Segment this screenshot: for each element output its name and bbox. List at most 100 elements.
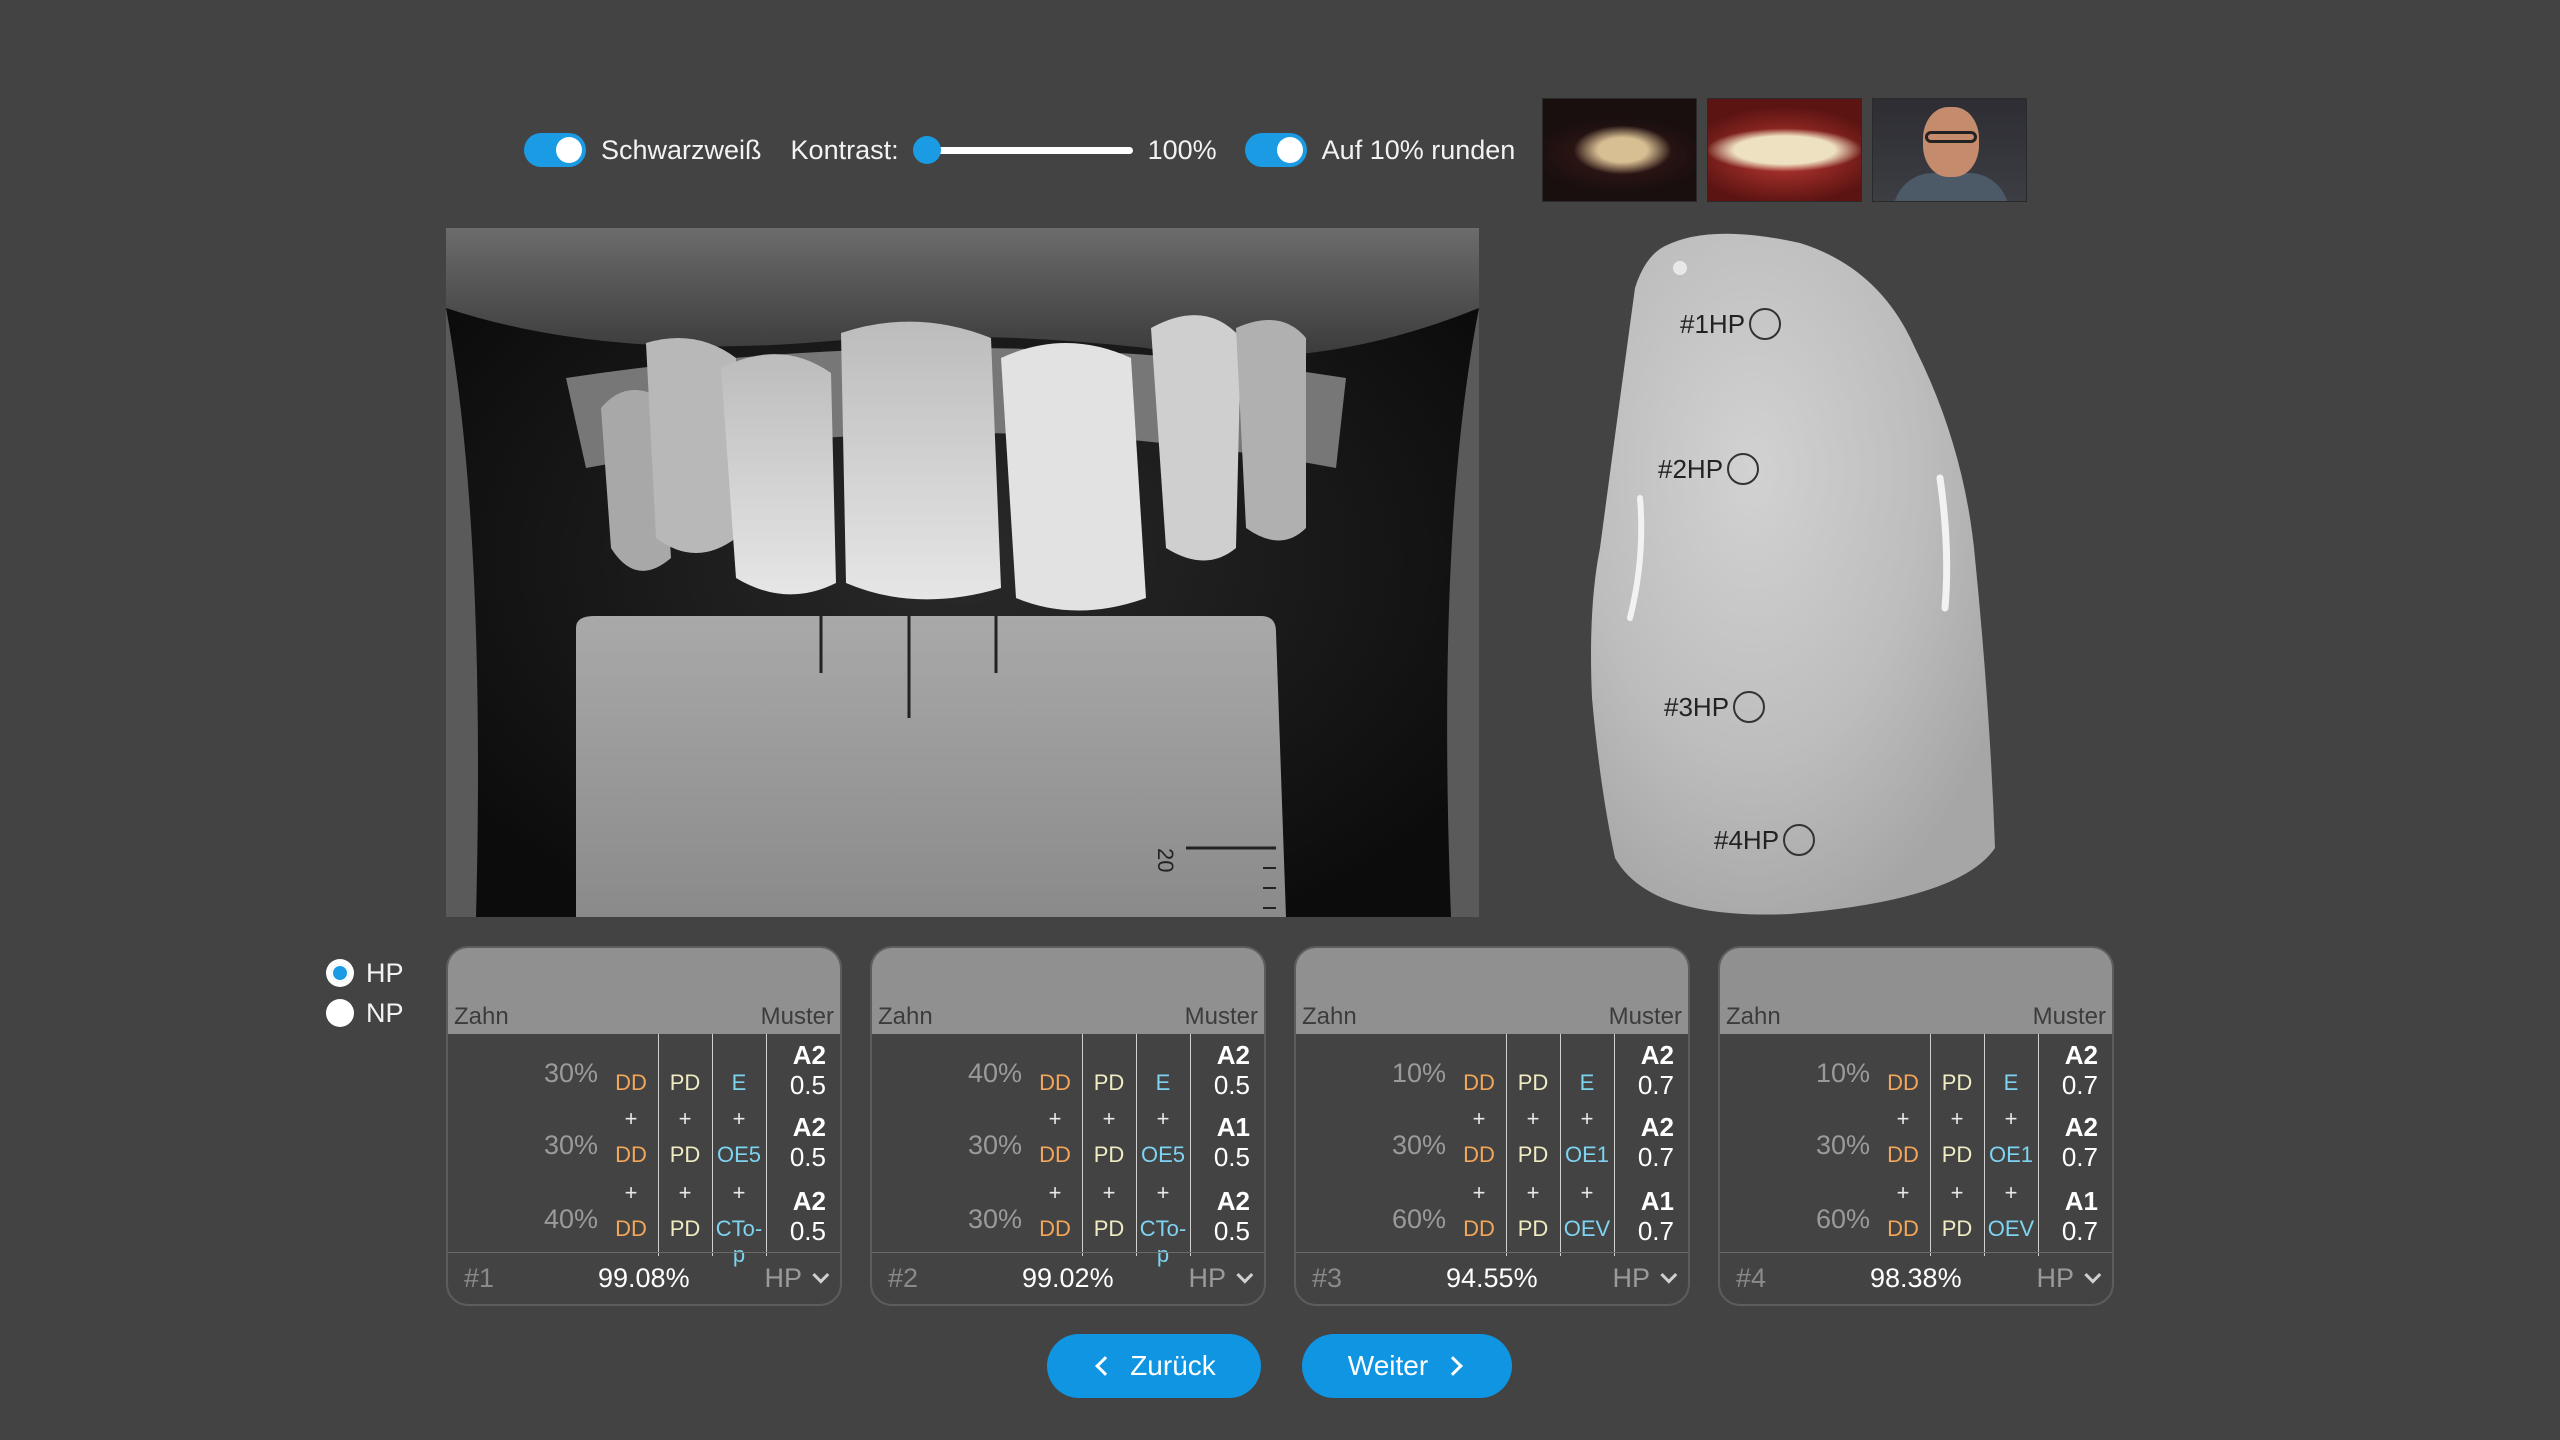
bw-label: Schwarzweiß (601, 134, 762, 165)
shade-marker-label: #2HP (1658, 453, 1724, 484)
shade-value: 0.5 (1213, 1142, 1250, 1172)
plus-sign: + (732, 1106, 746, 1131)
card-footer: #4 98.38% HP (1720, 1252, 2112, 1304)
enamel-cell: E (731, 1070, 747, 1095)
enamel-cell: OEV (1563, 1216, 1611, 1241)
pd-cell: PD (1093, 1216, 1125, 1241)
scale-label: 20 (1153, 848, 1178, 872)
portrait-thumbnail[interactable] (1872, 98, 2028, 202)
card-header-muster: Muster (2032, 1003, 2106, 1030)
card-header: Zahn Muster (448, 948, 840, 1034)
smile-color-thumbnail[interactable] (1707, 98, 1863, 202)
tooth-shape (1591, 233, 1995, 915)
round-label: Auf 10% runden (1321, 134, 1516, 165)
mode-select[interactable]: HP (1188, 1259, 1254, 1297)
enamel-cell: OEV (1987, 1216, 2035, 1241)
shade-marker-2[interactable]: #2HP (1658, 453, 1760, 485)
enamel-cell: E (2003, 1070, 2019, 1095)
radio-hp-icon[interactable] (326, 959, 354, 987)
pd-cell: PD (1941, 1070, 1973, 1095)
layer-percent: 40% (543, 1204, 598, 1234)
mode-select-value: HP (1612, 1262, 1650, 1293)
pd-cell: PD (1517, 1216, 1549, 1241)
portrait-glasses (1925, 131, 1978, 143)
shade-marker-label: #1HP (1680, 308, 1746, 339)
match-score: 99.02% (1022, 1263, 1114, 1293)
shade-code: A1 (2064, 1186, 2098, 1216)
enamel-cell: OE5 (1140, 1142, 1186, 1167)
shade-value: 0.5 (789, 1216, 826, 1246)
plus-sign: + (1156, 1180, 1170, 1205)
chevron-down-icon (1236, 1266, 1254, 1284)
shade-code: A2 (1640, 1040, 1674, 1070)
enamel-cell: E (1579, 1070, 1595, 1095)
mode-select[interactable]: HP (764, 1259, 830, 1297)
mode-select[interactable]: HP (2036, 1259, 2102, 1297)
shade-marker-4[interactable]: #4HP (1714, 824, 1816, 856)
plus-sign: + (1526, 1106, 1540, 1131)
layer-percent: 30% (1391, 1130, 1446, 1160)
layer-percent: 10% (1815, 1058, 1870, 1088)
bw-toggle[interactable] (524, 133, 586, 167)
result-card-2: Zahn Muster 40% DD PD E A2 0.5 30% + + + DD PD OE5 A1 0.… (870, 946, 1266, 1306)
contrast-value: 100% (1147, 134, 1217, 165)
match-score: 98.38% (1870, 1263, 1962, 1293)
card-header-zahn: Zahn (1726, 1003, 1781, 1030)
mode-select[interactable]: HP (1612, 1259, 1678, 1297)
plus-sign: + (1102, 1106, 1116, 1131)
layer-percent: 10% (1391, 1058, 1446, 1088)
plus-sign: + (2004, 1106, 2018, 1131)
marker-circle-icon[interactable] (1733, 691, 1766, 723)
shade-marker-3[interactable]: #3HP (1664, 691, 1766, 723)
shade-marker-1[interactable]: #1HP (1680, 308, 1782, 340)
card-recipe: 40% DD PD E A2 0.5 30% + + + DD PD OE5 A1 0.5 30% + + + DD P… (872, 1034, 1264, 1267)
shade-code: A2 (2064, 1040, 2098, 1070)
radio-hp[interactable]: HP (326, 953, 404, 993)
thumbnail-strip (1542, 98, 2028, 202)
shade-value: 0.5 (789, 1070, 826, 1100)
card-number: #2 (888, 1263, 919, 1293)
radio-np-label: NP (366, 997, 404, 1028)
back-button[interactable]: Zurück (1047, 1334, 1261, 1398)
chevron-down-icon (812, 1266, 830, 1284)
marker-circle-icon[interactable] (1727, 453, 1760, 485)
next-button[interactable]: Weiter (1302, 1334, 1512, 1398)
shade-value: 0.7 (2061, 1142, 2098, 1172)
tooth-shade-map: #1HP #2HP #3HP #4HP (1590, 228, 2070, 918)
radio-np[interactable]: NP (326, 993, 404, 1033)
layer-percent: 30% (1815, 1130, 1870, 1160)
layer-percent: 60% (1815, 1204, 1870, 1234)
plus-sign: + (1472, 1180, 1486, 1205)
enamel-cell: OE1 (1564, 1142, 1610, 1167)
mode-select-value: HP (764, 1262, 802, 1293)
card-recipe: 10% DD PD E A2 0.7 30% + + + DD PD OE1 A2 0.7 60% + + + DD P… (1296, 1034, 1688, 1256)
shade-marker-label: #4HP (1714, 824, 1780, 855)
plus-sign: + (624, 1106, 638, 1131)
card-header: Zahn Muster (872, 948, 1264, 1034)
dd-cell: DD (615, 1142, 647, 1167)
dd-cell: DD (1463, 1216, 1495, 1241)
bw-toggle-knob (556, 137, 582, 163)
marker-circle-icon[interactable] (1749, 308, 1782, 340)
pd-cell: PD (669, 1216, 701, 1241)
contrast-slider-thumb[interactable] (912, 136, 941, 164)
plus-sign: + (678, 1180, 692, 1205)
dd-cell: DD (1039, 1216, 1071, 1241)
radio-np-icon[interactable] (326, 999, 354, 1027)
plus-sign: + (624, 1180, 638, 1205)
portrait-shirt (1893, 173, 2010, 201)
shade-value: 0.5 (1213, 1216, 1250, 1246)
card-header: Zahn Muster (1720, 948, 2112, 1034)
contrast-slider[interactable] (912, 133, 1133, 167)
shade-value: 0.5 (789, 1142, 826, 1172)
shade-value: 0.7 (2061, 1216, 2098, 1246)
marker-circle-icon[interactable] (1783, 824, 1816, 856)
dd-cell: DD (1463, 1142, 1495, 1167)
chevron-right-icon (1443, 1356, 1464, 1376)
round-toggle[interactable] (1244, 133, 1307, 167)
result-card-1: Zahn Muster 30% DD PD E A2 0.5 30% + + + DD PD OE5 A2 0.… (446, 946, 842, 1306)
smile-dark-thumbnail[interactable] (1542, 98, 1698, 202)
card-recipe: 30% DD PD E A2 0.5 30% + + + DD PD OE5 A2 0.5 40% + + + DD P… (448, 1034, 840, 1267)
card-header-zahn: Zahn (878, 1003, 933, 1030)
dd-cell: DD (1463, 1070, 1495, 1095)
